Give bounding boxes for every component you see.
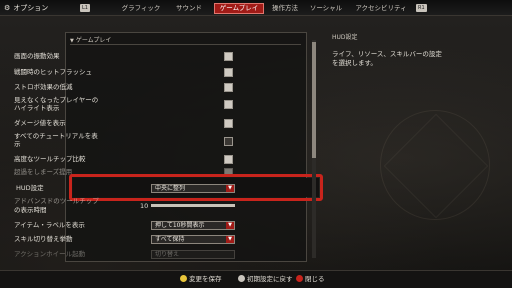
- window-title: ⚙ オプション: [4, 4, 49, 12]
- r1-button-icon[interactable]: R1: [416, 4, 427, 12]
- reset-defaults-hint[interactable]: 初期設定に戻す: [238, 275, 293, 284]
- dropdown-arrow-icon: ▼: [226, 236, 234, 243]
- white-button-icon: [238, 275, 245, 282]
- tab-graphics[interactable]: グラフィック: [118, 3, 164, 14]
- checkbox[interactable]: [224, 119, 233, 128]
- checkbox[interactable]: [224, 155, 233, 164]
- checkbox[interactable]: [224, 68, 233, 77]
- yellow-button-icon: [180, 275, 187, 282]
- background-rune-ornament: [380, 110, 490, 220]
- l1-button-icon[interactable]: L1: [80, 4, 90, 12]
- tab-sound[interactable]: サウンド: [172, 3, 206, 14]
- panel-header: ▼ ゲームプレイ: [70, 36, 301, 45]
- item-labels-dropdown[interactable]: 押して10秒間表示 ▼: [151, 221, 235, 230]
- tab-controls[interactable]: 操作方法: [270, 3, 300, 14]
- bottom-bar: 変更を保存 初期設定に戻す 閉じる: [0, 270, 512, 288]
- tooltip-duration-slider[interactable]: [151, 204, 235, 207]
- tab-gameplay[interactable]: ゲームプレイ: [214, 3, 264, 14]
- collapse-triangle-icon[interactable]: ▼: [70, 38, 74, 44]
- info-description: ライフ、リソース、スキルバーの設定 を選択します。: [332, 50, 442, 67]
- info-panel: HUD設定 ライフ、リソース、スキルバーの設定 を選択します。: [332, 32, 492, 92]
- top-bar: ⚙ オプション L1 グラフィック サウンド ゲームプレイ 操作方法 ソーシャル …: [0, 0, 512, 16]
- dropdown-arrow-icon: ▼: [226, 222, 234, 229]
- tab-accessibility[interactable]: アクセシビリティ: [350, 3, 412, 14]
- tab-social[interactable]: ソーシャル: [308, 3, 344, 14]
- scrollbar-thumb[interactable]: [312, 42, 316, 158]
- skill-swap-dropdown[interactable]: すべて保持 ▼: [151, 235, 235, 244]
- checkbox[interactable]: [224, 100, 233, 109]
- red-button-icon: [296, 275, 303, 282]
- checkbox[interactable]: [224, 52, 233, 61]
- checkbox[interactable]: [224, 83, 233, 92]
- gear-icon: ⚙: [4, 4, 11, 12]
- info-title: HUD設定: [332, 34, 358, 41]
- close-hint[interactable]: 閉じる: [296, 275, 325, 284]
- action-wheel-dropdown[interactable]: 切り替え: [151, 250, 235, 259]
- checkbox[interactable]: [224, 137, 233, 146]
- save-changes-hint[interactable]: 変更を保存: [180, 275, 222, 284]
